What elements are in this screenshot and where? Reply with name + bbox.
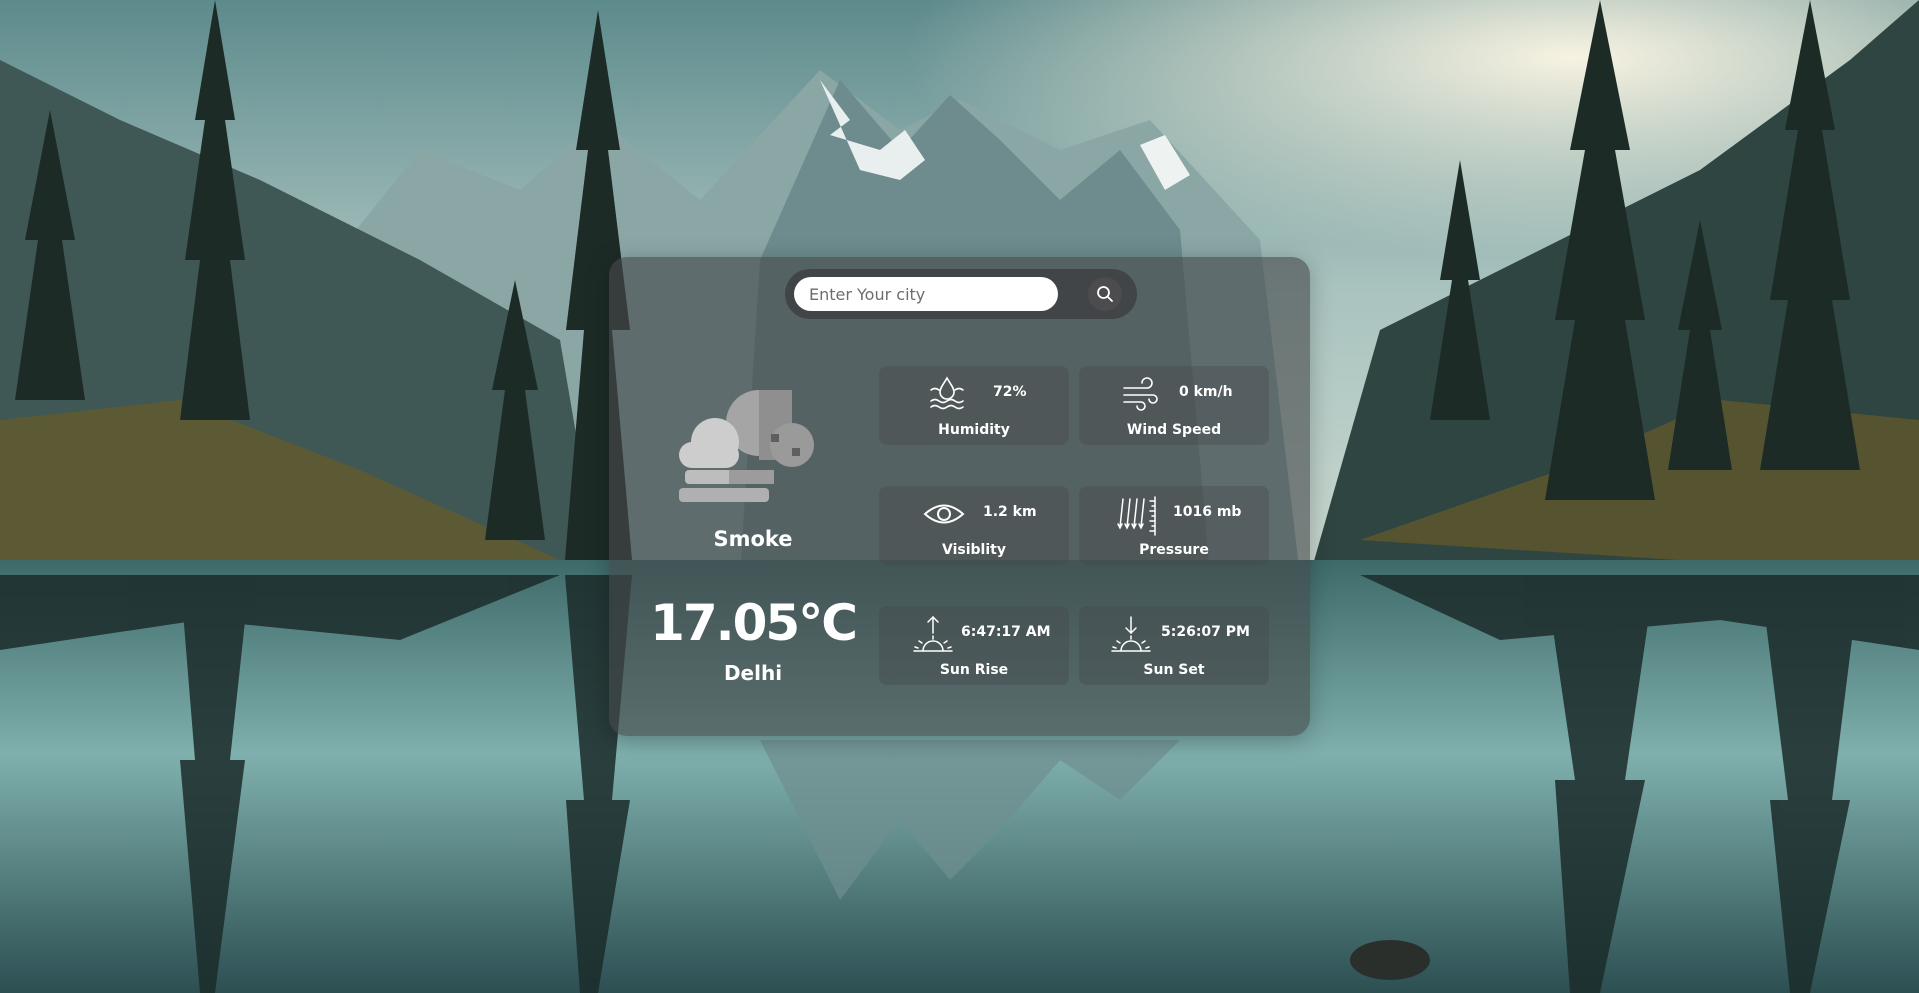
search-button[interactable]	[1088, 277, 1122, 311]
eye-icon	[923, 504, 965, 524]
temperature: 17.05°C	[650, 594, 858, 652]
visibility-tile: 1.2 km Visiblity	[879, 486, 1069, 565]
wind-speed-value: 0 km/h	[1179, 384, 1233, 400]
search-icon	[1097, 286, 1113, 302]
sunrise-label: Sun Rise	[939, 662, 1009, 678]
city-search-input[interactable]	[794, 277, 1058, 311]
sunrise-tile: 6:47:17 AM Sun Rise	[879, 606, 1069, 685]
pressure-icon	[1117, 496, 1156, 536]
wind-speed-label: Wind Speed	[1126, 422, 1222, 438]
humidity-value: 72%	[993, 384, 1027, 400]
sunset-value: 5:26:07 PM	[1161, 624, 1250, 640]
sunset-icon	[1111, 616, 1151, 652]
humidity-icon	[930, 376, 964, 410]
weather-condition: Smoke	[713, 527, 793, 551]
sunset-label: Sun Set	[1143, 662, 1205, 678]
humidity-tile: 72% Humidity	[879, 366, 1069, 445]
visibility-label: Visiblity	[942, 542, 1006, 558]
search-bar	[785, 269, 1137, 319]
city-name: Delhi	[723, 661, 783, 685]
visibility-value: 1.2 km	[983, 504, 1037, 520]
humidity-label: Humidity	[938, 422, 1010, 438]
sunrise-icon	[913, 615, 953, 652]
wind-icon	[1123, 377, 1158, 411]
wind-speed-tile: 0 km/h Wind Speed	[1079, 366, 1269, 445]
pressure-label: Pressure	[1139, 542, 1209, 558]
sunset-tile: 5:26:07 PM Sun Set	[1079, 606, 1269, 685]
pressure-tile: 1016 mb Pressure	[1079, 486, 1269, 565]
smoke-cloud-icon	[679, 390, 814, 502]
pressure-value: 1016 mb	[1173, 504, 1242, 520]
sunrise-value: 6:47:17 AM	[961, 624, 1051, 640]
weather-card: Smoke 17.05°C Delhi 72% Humidity 0 km/h …	[609, 257, 1310, 736]
